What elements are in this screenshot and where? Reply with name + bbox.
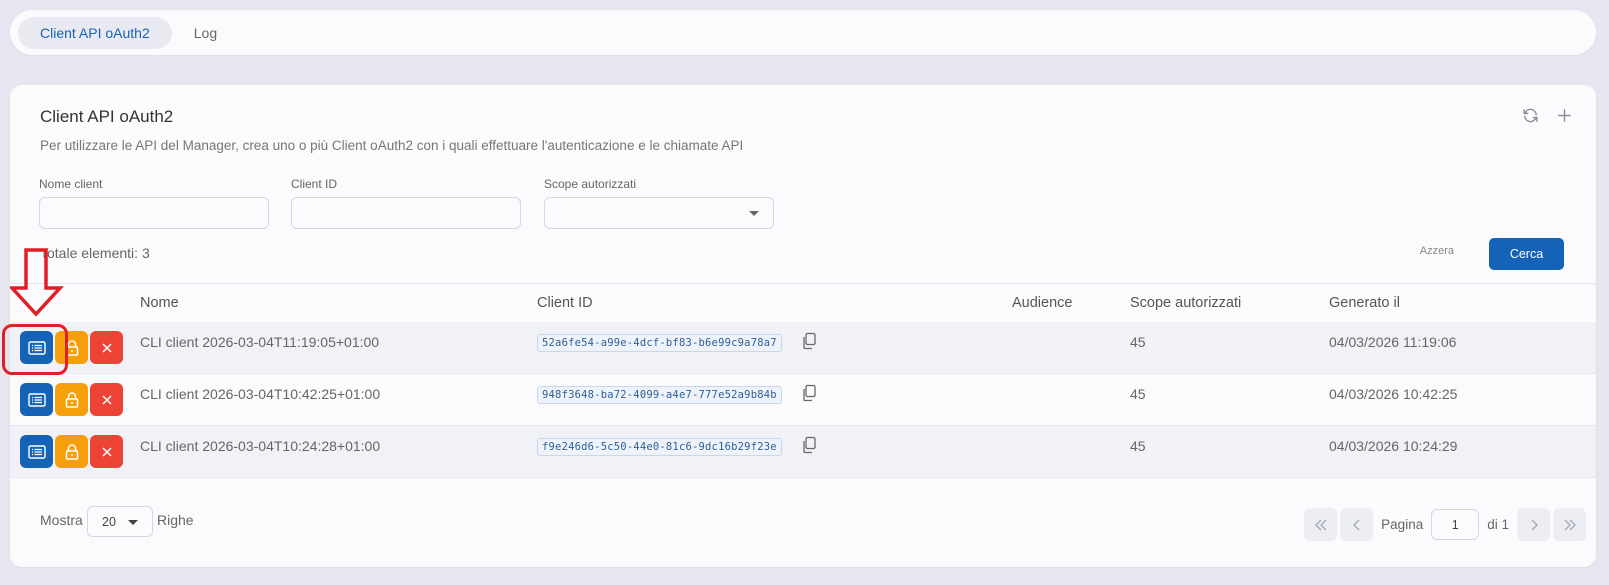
last-page-button[interactable] bbox=[1553, 508, 1586, 541]
chevron-left-icon bbox=[1352, 519, 1360, 530]
copy-icon[interactable] bbox=[801, 384, 817, 402]
plus-icon[interactable] bbox=[1554, 105, 1574, 125]
client-id-label: Client ID bbox=[291, 177, 338, 191]
lock-button[interactable] bbox=[55, 383, 88, 416]
row-actions bbox=[20, 435, 123, 468]
page-total-label: di 1 bbox=[1487, 517, 1509, 532]
column-audience: Audience bbox=[1012, 295, 1073, 311]
column-nome: Nome bbox=[140, 295, 179, 311]
tab-client-api[interactable]: Client API oAuth2 bbox=[18, 16, 172, 49]
lock-icon bbox=[65, 391, 78, 408]
chevron-down-icon bbox=[128, 520, 138, 525]
client-id-code: f9e246d6-5c50-44e0-81c6-9dc16b29f23e bbox=[537, 438, 782, 456]
row-actions bbox=[20, 331, 123, 364]
row-client-id: 52a6fe54-a99e-4dcf-bf83-b6e99c9a78a7 bbox=[537, 333, 782, 352]
list-icon bbox=[27, 444, 46, 459]
total-count: Totale elementi: 3 bbox=[40, 245, 150, 261]
scope-select[interactable] bbox=[544, 197, 774, 229]
client-id-code: 948f3648-ba72-4099-a4e7-777e52a9b84b bbox=[537, 386, 782, 404]
list-icon bbox=[27, 340, 46, 355]
client-api-card: Client API oAuth2 Per utilizzare le API … bbox=[10, 85, 1596, 567]
table-header: Nome Client ID Audience Scope autorizzat… bbox=[10, 283, 1596, 323]
details-button[interactable] bbox=[20, 331, 53, 364]
row-nome: CLI client 2026-03-04T10:24:28+01:00 bbox=[140, 438, 381, 454]
card-actions bbox=[1520, 105, 1574, 125]
table-row: CLI client 2026-03-04T10:42:25+01:00 948… bbox=[10, 374, 1596, 426]
next-page-button[interactable] bbox=[1517, 508, 1550, 541]
close-icon bbox=[101, 342, 112, 353]
page-input[interactable] bbox=[1431, 509, 1480, 540]
card-description: Per utilizzare le API del Manager, crea … bbox=[40, 138, 744, 153]
lock-icon bbox=[65, 339, 78, 356]
double-chevron-right-icon bbox=[1564, 519, 1576, 530]
details-button[interactable] bbox=[20, 383, 53, 416]
chevron-down-icon bbox=[749, 211, 759, 216]
table-row: CLI client 2026-03-04T11:19:05+01:00 52a… bbox=[10, 322, 1596, 374]
chevron-right-icon bbox=[1531, 519, 1538, 530]
details-button[interactable] bbox=[20, 435, 53, 468]
close-icon bbox=[101, 446, 112, 457]
table-footer: Mostra 20 Righe Pagina di 1 bbox=[10, 500, 1596, 560]
close-icon bbox=[101, 394, 112, 405]
pagina-label: Pagina bbox=[1381, 517, 1424, 532]
lock-button[interactable] bbox=[55, 331, 88, 364]
row-client-id: 948f3648-ba72-4099-a4e7-777e52a9b84b bbox=[537, 385, 782, 404]
row-nome: CLI client 2026-03-04T10:42:25+01:00 bbox=[140, 386, 381, 402]
nome-client-input[interactable] bbox=[39, 197, 269, 229]
tab-bar: Client API oAuth2 Log bbox=[10, 10, 1596, 55]
row-generato: 04/03/2026 10:42:25 bbox=[1329, 386, 1458, 402]
nome-client-label: Nome client bbox=[39, 177, 103, 191]
column-generato: Generato il bbox=[1329, 295, 1400, 311]
copy-icon[interactable] bbox=[801, 436, 817, 454]
row-generato: 04/03/2026 10:24:29 bbox=[1329, 438, 1458, 454]
double-chevron-left-icon bbox=[1314, 519, 1327, 530]
lock-button[interactable] bbox=[55, 435, 88, 468]
mostra-label: Mostra bbox=[40, 512, 83, 528]
righe-label: Righe bbox=[157, 512, 194, 528]
table-row: CLI client 2026-03-04T10:24:28+01:00 f9e… bbox=[10, 426, 1596, 478]
delete-button[interactable] bbox=[90, 383, 123, 416]
delete-button[interactable] bbox=[90, 435, 123, 468]
page-size-select[interactable]: 20 bbox=[87, 506, 153, 537]
row-client-id: f9e246d6-5c50-44e0-81c6-9dc16b29f23e bbox=[537, 437, 782, 456]
client-id-input[interactable] bbox=[291, 197, 521, 229]
filter-scope: Scope autorizzati bbox=[544, 177, 774, 229]
prev-page-button[interactable] bbox=[1340, 508, 1374, 541]
column-client-id: Client ID bbox=[537, 295, 593, 311]
reset-button[interactable]: Azzera bbox=[1420, 245, 1454, 257]
card-title: Client API oAuth2 bbox=[40, 107, 174, 126]
row-actions bbox=[20, 383, 123, 416]
row-nome: CLI client 2026-03-04T11:19:05+01:00 bbox=[140, 334, 380, 350]
page-size-value: 20 bbox=[102, 515, 116, 529]
row-scope: 45 bbox=[1130, 334, 1146, 350]
filter-nome-client: Nome client bbox=[39, 177, 269, 229]
filter-client-id: Client ID bbox=[291, 177, 521, 229]
copy-icon[interactable] bbox=[801, 332, 817, 350]
first-page-button[interactable] bbox=[1304, 508, 1338, 541]
list-icon bbox=[27, 392, 46, 407]
column-scope: Scope autorizzati bbox=[1130, 295, 1242, 311]
pagination: Pagina di 1 bbox=[1304, 508, 1586, 541]
scope-label: Scope autorizzati bbox=[544, 177, 637, 191]
lock-icon bbox=[65, 443, 78, 460]
row-scope: 45 bbox=[1130, 438, 1146, 454]
client-id-code: 52a6fe54-a99e-4dcf-bf83-b6e99c9a78a7 bbox=[537, 334, 782, 352]
refresh-icon[interactable] bbox=[1520, 105, 1540, 125]
search-button[interactable]: Cerca bbox=[1489, 238, 1564, 270]
row-generato: 04/03/2026 11:19:06 bbox=[1329, 334, 1457, 350]
tab-log[interactable]: Log bbox=[172, 17, 239, 49]
row-scope: 45 bbox=[1130, 386, 1146, 402]
delete-button[interactable] bbox=[90, 331, 123, 364]
